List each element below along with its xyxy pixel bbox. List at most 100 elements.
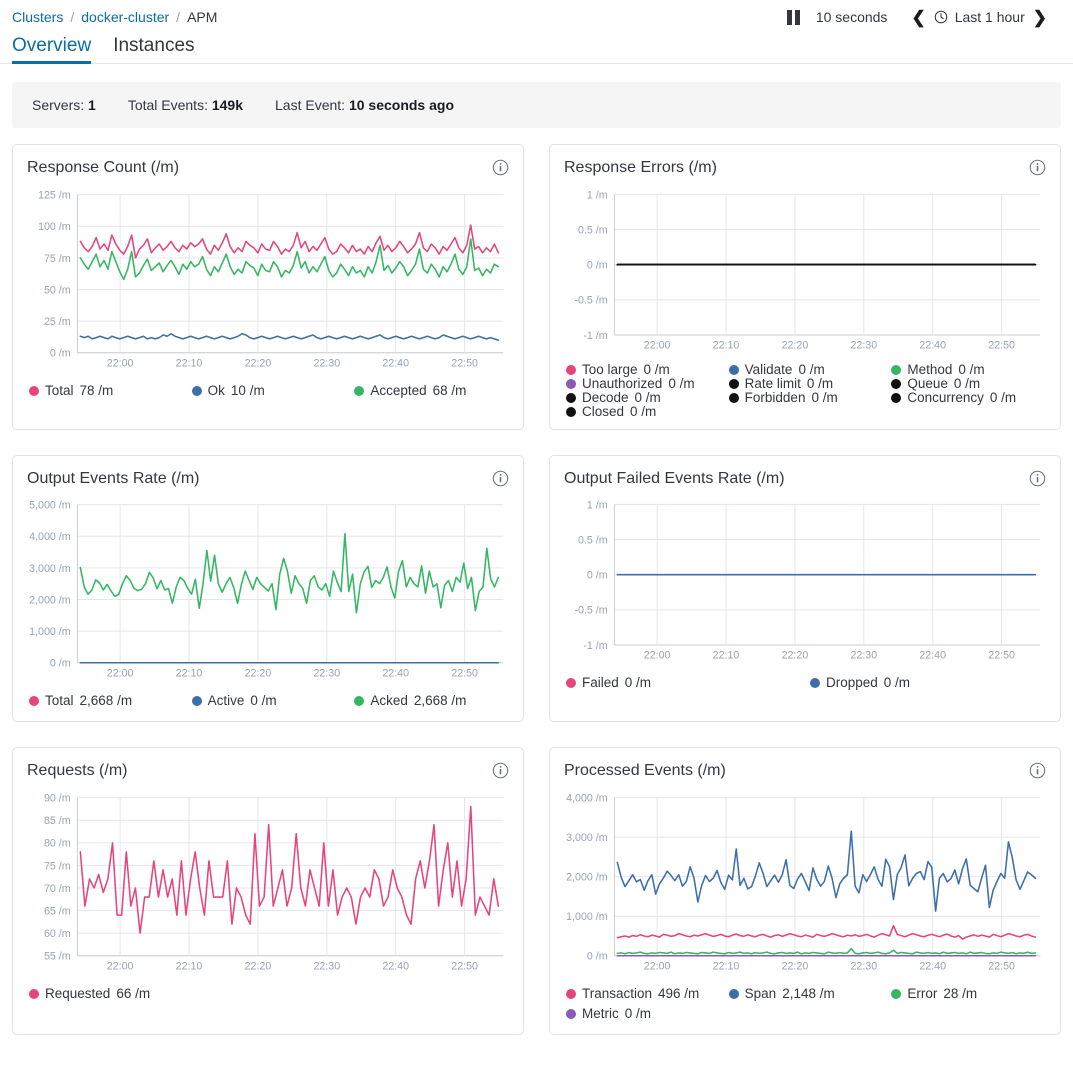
breadcrumb-item-clusters[interactable]: Clusters xyxy=(12,9,63,25)
legend-value: 0 /m xyxy=(668,375,695,391)
info-icon[interactable] xyxy=(1029,159,1046,176)
chart-requests[interactable]: 55 /m 60 /m 65 /m 70 /m 75 /m 80 /m 85 /m 90 /m… xyxy=(27,788,509,978)
svg-text:22:20: 22:20 xyxy=(245,668,272,680)
chevron-right-icon[interactable]: ❯ xyxy=(1025,7,1055,28)
tab-overview[interactable]: Overview xyxy=(12,35,91,64)
legend-item-ok[interactable]: Ok 10 /m xyxy=(191,381,345,401)
legend-spacer xyxy=(891,405,1044,419)
legend-value: 0 /m xyxy=(811,389,838,405)
chart-processed-events[interactable]: 0 /m 1,000 /m 2,000 /m 3,000 /m 4,000 /m 22:0… xyxy=(564,788,1046,978)
pause-icon[interactable] xyxy=(781,8,806,27)
legend-item-queue[interactable]: Queue 0 /m xyxy=(891,376,1044,391)
legend-item-active[interactable]: Active 0 /m xyxy=(191,691,345,711)
legend-color-dot xyxy=(29,696,39,707)
svg-text:3,000 /m: 3,000 /m xyxy=(566,832,608,844)
svg-text:22:10: 22:10 xyxy=(176,357,203,369)
legend-item-validate[interactable]: Validate 0 /m xyxy=(728,361,882,377)
legend-color-dot xyxy=(891,392,902,403)
legend-label: Error xyxy=(907,985,938,1001)
svg-text:22:20: 22:20 xyxy=(245,960,272,972)
info-icon[interactable] xyxy=(1029,762,1046,779)
stats-bar-wrapper: Servers: 1 Total Events: 149k Last Event… xyxy=(0,64,1073,128)
svg-text:1 /m: 1 /m xyxy=(587,499,608,511)
legend-item-total[interactable]: Total 78 /m xyxy=(29,381,182,401)
panel-header: Response Errors (/m) xyxy=(564,159,1046,177)
svg-text:22:30: 22:30 xyxy=(850,339,877,351)
time-range-button[interactable]: Last 1 hour xyxy=(934,9,1025,25)
legend-item-closed[interactable]: Closed 0 /m xyxy=(566,403,719,419)
panel-title: Output Failed Events Rate (/m) xyxy=(564,469,785,487)
legend-value: 0 /m xyxy=(798,361,825,377)
svg-text:4,000 /m: 4,000 /m xyxy=(566,792,608,804)
info-icon[interactable] xyxy=(492,470,509,487)
legend-item-metric[interactable]: Metric 0 /m xyxy=(566,1004,719,1024)
chart-output-failed-events-rate[interactable]: -1 /m -0.5 /m 0 /m 0.5 /m 1 /m 22:00 22:10 22:2… xyxy=(564,495,1046,667)
chevron-left-icon[interactable]: ❮ xyxy=(903,7,933,28)
legend-value: 28 /m xyxy=(943,985,978,1001)
chart-panel-grid: Response Count (/m) 0 /m 25 /m 50 /m 75 /m 10… xyxy=(0,128,1073,1049)
legend-item-error[interactable]: Error 28 /m xyxy=(891,984,1044,1004)
chart-response-count[interactable]: 0 /m 25 /m 50 /m 75 /m 100 /m 125 /m 22:00 22:1… xyxy=(27,185,509,375)
legend-item-forbidden[interactable]: Forbidden 0 /m xyxy=(728,389,882,405)
legend-value: 0 /m xyxy=(883,675,911,691)
panel-title: Response Errors (/m) xyxy=(564,159,717,176)
legend-item-total[interactable]: Total 2,668 /m xyxy=(29,691,182,711)
svg-text:22:40: 22:40 xyxy=(382,357,409,369)
refresh-interval-label[interactable]: 10 seconds xyxy=(816,9,888,25)
legend-value: 2,668 /m xyxy=(413,693,467,709)
chart-legend: Requested 66 /m xyxy=(27,984,509,1004)
panel-response-errors: Response Errors (/m) -1 /m -0.5 /m 0 /m 0.5 … xyxy=(549,144,1061,430)
legend-color-dot xyxy=(566,988,576,999)
panel-output-failed-events-rate: Output Failed Events Rate (/m) -1 /m -0.5 … xyxy=(549,454,1061,723)
legend-item-decode[interactable]: Decode 0 /m xyxy=(566,389,719,405)
panel-header: Output Failed Events Rate (/m) xyxy=(564,470,1046,488)
svg-text:22:50: 22:50 xyxy=(451,357,478,369)
svg-text:22:00: 22:00 xyxy=(644,339,671,351)
svg-text:22:00: 22:00 xyxy=(644,650,671,662)
legend-item-transaction[interactable]: Transaction 496 /m xyxy=(566,984,719,1004)
legend-item-concurrency[interactable]: Concurrency 0 /m xyxy=(891,390,1044,405)
legend-color-dot xyxy=(891,378,902,389)
legend-item-rate-limit[interactable]: Rate limit 0 /m xyxy=(728,376,882,391)
svg-text:1,000 /m: 1,000 /m xyxy=(29,626,71,638)
legend-value: 68 /m xyxy=(432,382,467,398)
legend-item-method[interactable]: Method 0 /m xyxy=(891,362,1044,377)
chart-output-events-rate[interactable]: 0 /m 1,000 /m 2,000 /m 3,000 /m 4,000 /m 5,00… xyxy=(27,495,509,685)
svg-text:22:00: 22:00 xyxy=(107,960,134,972)
legend-item-accepted[interactable]: Accepted 68 /m xyxy=(354,381,507,401)
svg-text:0 /m: 0 /m xyxy=(587,570,608,582)
legend-color-dot xyxy=(728,364,739,375)
info-icon[interactable] xyxy=(492,762,509,779)
panel-header: Processed Events (/m) xyxy=(564,762,1046,780)
stat-total-events: Total Events: 149k xyxy=(128,97,243,113)
legend-label: Forbidden xyxy=(744,389,806,405)
legend-color-dot xyxy=(728,378,739,389)
info-icon[interactable] xyxy=(1029,470,1046,487)
breadcrumb-item-docker-cluster[interactable]: docker-cluster xyxy=(81,9,169,25)
legend-label: Failed xyxy=(582,675,619,691)
legend-label: Decode xyxy=(582,389,629,405)
legend-item-unauthorized[interactable]: Unauthorized 0 /m xyxy=(566,375,719,391)
svg-text:0 /m: 0 /m xyxy=(50,347,71,359)
legend-item-failed[interactable]: Failed 0 /m xyxy=(566,673,800,693)
legend-item-span[interactable]: Span 2,148 /m xyxy=(728,984,882,1004)
legend-color-dot xyxy=(566,406,576,417)
legend-value: 0 /m xyxy=(630,403,657,419)
panel-title: Response Count (/m) xyxy=(27,159,180,176)
chart-response-errors[interactable]: -1 /m -0.5 /m 0 /m 0.5 /m 1 /m 22:00 22:10 22:2… xyxy=(564,185,1046,357)
stat-total-events-value: 149k xyxy=(211,97,244,113)
stat-servers-label: Servers: xyxy=(32,97,85,113)
info-icon[interactable] xyxy=(492,159,509,176)
svg-text:22:20: 22:20 xyxy=(782,650,809,662)
legend-item-too-large[interactable]: Too large 0 /m xyxy=(566,362,719,377)
legend-item-requested[interactable]: Requested 66 /m xyxy=(29,984,507,1004)
chart-legend: Too large 0 /m Validate 0 /m Method 0 /m Unaut… xyxy=(564,361,1046,419)
svg-text:125 /m: 125 /m xyxy=(38,189,71,201)
svg-text:100 /m: 100 /m xyxy=(38,221,71,233)
svg-text:3,000 /m: 3,000 /m xyxy=(29,563,71,575)
legend-label: Closed xyxy=(582,403,625,419)
chart-legend: Failed 0 /m Dropped 0 /m xyxy=(564,673,1046,693)
legend-item-dropped[interactable]: Dropped 0 /m xyxy=(810,673,1044,693)
legend-item-acked[interactable]: Acked 2,668 /m xyxy=(354,691,507,711)
tab-instances[interactable]: Instances xyxy=(113,35,194,64)
